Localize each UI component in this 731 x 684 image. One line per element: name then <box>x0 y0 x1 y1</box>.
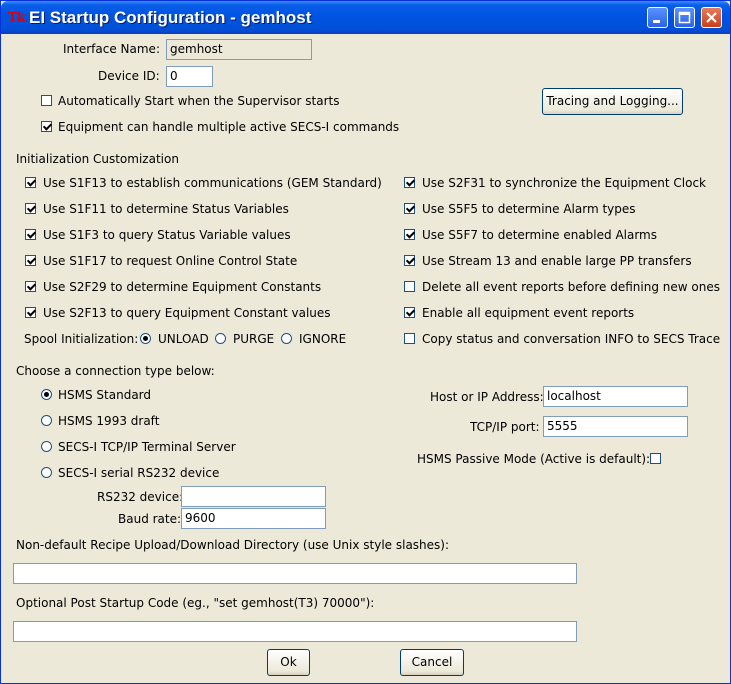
multi-secs-label: Equipment can handle multiple active SEC… <box>58 120 400 134</box>
post-code-field[interactable] <box>13 621 577 642</box>
device-id-field[interactable]: 0 <box>166 66 213 87</box>
spool-radio-purge[interactable] <box>215 333 226 344</box>
checkbox-copy-status-and-conversation-info-to-sec[interactable] <box>404 333 415 344</box>
rs232-field[interactable] <box>181 486 326 507</box>
checkbox-label: Use S1F17 to request Online Control Stat… <box>43 254 298 268</box>
auto-start-checkbox[interactable] <box>41 95 52 106</box>
checkbox-label: Delete all event reports before defining… <box>422 280 720 294</box>
spool-option-label: UNLOAD <box>158 332 209 346</box>
config-window: Tk EI Startup Configuration - gemhost In… <box>0 0 731 684</box>
checkbox-label: Use S2F31 to synchronize the Equipment C… <box>422 176 707 190</box>
connection-option-label: SECS-I serial RS232 device <box>58 466 220 480</box>
baud-field[interactable]: 9600 <box>181 508 326 529</box>
checkbox-use-s5f7-to-determine-enabled-alarms[interactable] <box>404 229 415 240</box>
maximize-icon[interactable] <box>674 7 695 28</box>
connection-radio-secs-i-serial-rs232-device[interactable] <box>41 467 52 478</box>
port-label: TCP/IP port: <box>470 420 540 434</box>
connection-option-label: HSMS 1993 draft <box>58 414 160 428</box>
title-bar[interactable]: Tk EI Startup Configuration - gemhost <box>1 1 730 34</box>
checkbox-label: Use S5F5 to determine Alarm types <box>422 202 636 216</box>
connection-radio-hsms-1993-draft[interactable] <box>41 415 52 426</box>
passive-label: HSMS Passive Mode (Active is default): <box>417 452 651 466</box>
close-icon[interactable] <box>701 7 722 28</box>
multi-secs-checkbox[interactable] <box>41 121 52 132</box>
checkbox-delete-all-event-reports-before-defining[interactable] <box>404 281 415 292</box>
init-heading: Initialization Customization <box>16 152 179 166</box>
connection-radio-hsms-standard[interactable] <box>41 389 52 400</box>
passive-mode-checkbox[interactable] <box>650 453 661 464</box>
minimize-icon[interactable] <box>647 7 668 28</box>
spool-radio-ignore[interactable] <box>281 333 292 344</box>
recipe-label: Non-default Recipe Upload/Download Direc… <box>16 538 450 552</box>
checkbox-label: Use S2F29 to determine Equipment Constan… <box>43 280 322 294</box>
baud-label: Baud rate: <box>118 512 182 526</box>
auto-start-label: Automatically Start when the Supervisor … <box>58 94 340 108</box>
checkbox-use-s1f17-to-request-online-control-stat[interactable] <box>25 255 36 266</box>
connection-heading: Choose a connection type below: <box>16 364 215 378</box>
checkbox-label: Use S1F11 to determine Status Variables <box>43 202 289 216</box>
checkbox-label: Use S2F13 to query Equipment Constant va… <box>43 306 331 320</box>
spool-option-label: IGNORE <box>299 332 347 346</box>
tk-app-icon: Tk <box>8 10 26 24</box>
connection-radio-secs-i-tcp-ip-terminal-server[interactable] <box>41 441 52 452</box>
checkbox-label: Use S1F3 to query Status Variable values <box>43 228 291 242</box>
checkbox-label: Use S5F7 to determine enabled Alarms <box>422 228 658 242</box>
window-title: EI Startup Configuration - gemhost <box>29 8 312 27</box>
interface-name-label: Interface Name: <box>63 42 160 56</box>
host-field[interactable]: localhost <box>543 386 688 407</box>
spool-label: Spool Initialization: <box>24 332 139 346</box>
checkbox-use-s5f5-to-determine-alarm-types[interactable] <box>404 203 415 214</box>
checkbox-use-s1f11-to-determine-status-variables[interactable] <box>25 203 36 214</box>
rs232-label: RS232 device: <box>97 490 184 504</box>
device-id-label: Device ID: <box>98 69 160 83</box>
ok-button[interactable]: Ok <box>267 649 310 676</box>
tracing-logging-button[interactable]: Tracing and Logging... <box>542 88 683 115</box>
checkbox-use-s2f31-to-synchronize-the-equipment-c[interactable] <box>404 177 415 188</box>
post-code-label: Optional Post Startup Code (eg., "set ge… <box>16 596 375 610</box>
connection-option-label: HSMS Standard <box>58 388 152 402</box>
connection-option-label: SECS-I TCP/IP Terminal Server <box>58 440 236 454</box>
checkbox-use-s1f13-to-establish-communications-ge[interactable] <box>25 177 36 188</box>
port-field[interactable]: 5555 <box>543 416 688 437</box>
checkbox-label: Use Stream 13 and enable large PP transf… <box>422 254 692 268</box>
checkbox-use-s2f29-to-determine-equipment-constan[interactable] <box>25 281 36 292</box>
cancel-button[interactable]: Cancel <box>400 649 464 676</box>
checkbox-enable-all-equipment-event-reports[interactable] <box>404 307 415 318</box>
checkbox-label: Use S1F13 to establish communications (G… <box>43 176 382 190</box>
spool-radio-unload[interactable] <box>140 333 151 344</box>
checkbox-label: Copy status and conversation INFO to SEC… <box>422 332 721 346</box>
checkbox-use-stream-13-and-enable-large-pp-transf[interactable] <box>404 255 415 266</box>
checkbox-label: Enable all equipment event reports <box>422 306 635 320</box>
spool-option-label: PURGE <box>233 332 275 346</box>
host-label: Host or IP Address: <box>430 390 544 404</box>
interface-name-field[interactable]: gemhost <box>166 39 312 60</box>
checkbox-use-s2f13-to-query-equipment-constant-va[interactable] <box>25 307 36 318</box>
checkbox-use-s1f3-to-query-status-variable-values[interactable] <box>25 229 36 240</box>
recipe-dir-field[interactable] <box>13 563 577 584</box>
